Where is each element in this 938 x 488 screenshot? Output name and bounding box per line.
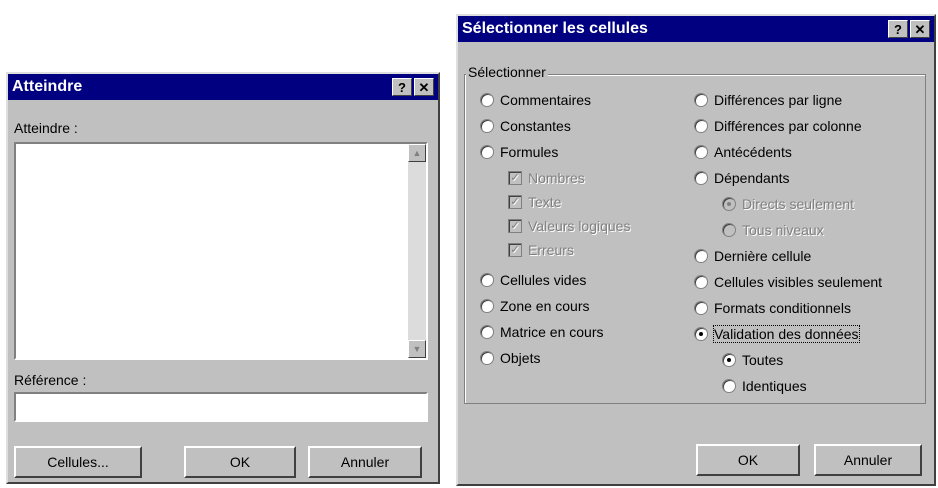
atteindre-titlebar: Atteindre ? ✕ [8,74,438,100]
radio-directs-seulement[interactable]: Directs seulement [722,194,854,214]
cancel-button[interactable]: Annuler [814,444,922,476]
reference-input[interactable] [14,392,428,422]
group-label: Sélectionner [466,64,548,80]
check-nombres[interactable]: ✓ Nombres [508,168,585,188]
radio-formules[interactable]: Formules [480,142,558,162]
atteindre-list-label: Atteindre : [14,120,78,136]
check-erreurs[interactable]: ✓ Erreurs [508,240,574,260]
check-texte[interactable]: ✓ Texte [508,192,561,212]
reference-label: Référence : [14,372,87,388]
radio-derniere-cellule[interactable]: Dernière cellule [694,246,811,266]
radio-identiques[interactable]: Identiques [722,376,807,396]
selection-titlebar: Sélectionner les cellules ? ✕ [458,16,934,42]
radio-validation-donnees[interactable]: Validation des données [694,324,860,344]
radio-cellules-vides[interactable]: Cellules vides [480,270,586,290]
help-icon[interactable]: ? [392,78,412,96]
radio-dependants[interactable]: Dépendants [694,168,790,188]
close-icon[interactable]: ✕ [910,20,930,38]
radio-formats-conditionnels[interactable]: Formats conditionnels [694,298,851,318]
scroll-up-icon[interactable]: ▲ [408,144,426,162]
atteindre-title: Atteindre [12,78,83,95]
radio-tous-niveaux[interactable]: Tous niveaux [722,220,824,240]
selection-dialog: Sélectionner les cellules ? ✕ Sélectionn… [456,14,936,486]
radio-zone-en-cours[interactable]: Zone en cours [480,296,590,316]
radio-matrice-en-cours[interactable]: Matrice en cours [480,322,603,342]
radio-toutes[interactable]: Toutes [722,350,783,370]
radio-commentaires[interactable]: Commentaires [480,90,591,110]
ok-button[interactable]: OK [696,444,800,476]
check-valeurs-logiques[interactable]: ✓ Valeurs logiques [508,216,630,236]
radio-cellules-visibles[interactable]: Cellules visibles seulement [694,272,882,292]
selection-title: Sélectionner les cellules [462,20,648,37]
atteindre-list[interactable]: ▲ ▼ [14,142,428,360]
cellules-button[interactable]: Cellules... [14,446,142,478]
radio-differences-colonne[interactable]: Différences par colonne [694,116,862,136]
close-icon[interactable]: ✕ [414,78,434,96]
help-icon[interactable]: ? [888,20,908,38]
list-scrollbar[interactable]: ▲ ▼ [408,144,426,358]
radio-antecedents[interactable]: Antécédents [694,142,792,162]
radio-constantes[interactable]: Constantes [480,116,571,136]
radio-objets[interactable]: Objets [480,348,540,368]
atteindre-dialog: Atteindre ? ✕ Atteindre : ▲ ▼ Référence … [6,72,440,484]
scroll-down-icon[interactable]: ▼ [408,340,426,358]
cancel-button[interactable]: Annuler [308,446,422,478]
radio-differences-ligne[interactable]: Différences par ligne [694,90,842,110]
ok-button[interactable]: OK [184,446,296,478]
